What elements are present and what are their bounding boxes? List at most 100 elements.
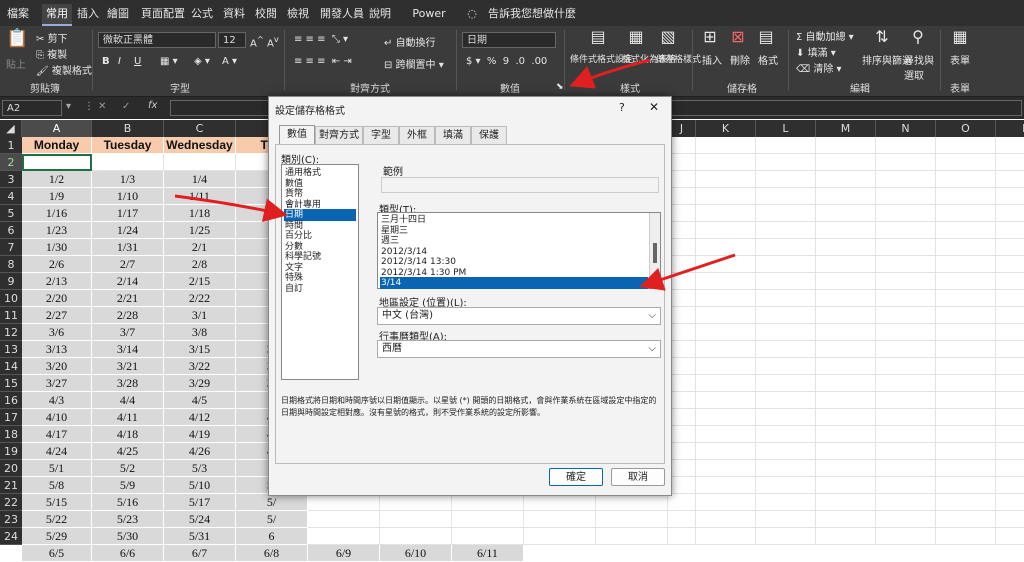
row-header-2[interactable]: 2 <box>0 154 22 171</box>
empty-cell[interactable] <box>936 256 996 273</box>
date-cell[interactable]: 4/4 <box>92 392 164 409</box>
tab-review[interactable]: 校閱 <box>254 4 278 24</box>
font-name-box[interactable]: 微軟正黑體 <box>98 32 216 48</box>
empty-cell[interactable] <box>668 443 696 460</box>
clear-button[interactable]: ⌫ 清除 ▾ <box>796 60 842 75</box>
copy-button[interactable]: ⎘ 複製 <box>36 46 67 61</box>
row-header-6[interactable]: 6 <box>0 222 22 239</box>
empty-cell[interactable] <box>696 409 756 426</box>
empty-cell[interactable] <box>876 205 936 222</box>
empty-cell[interactable] <box>936 528 996 545</box>
empty-cell[interactable] <box>668 188 696 205</box>
cancel-entry-icon[interactable]: ✕ <box>98 101 106 112</box>
tab-view[interactable]: 檢視 <box>286 4 310 24</box>
date-cell[interactable]: 2/6 <box>22 256 92 273</box>
empty-cell[interactable] <box>996 205 1024 222</box>
empty-cell[interactable] <box>876 341 936 358</box>
empty-cell[interactable] <box>756 341 816 358</box>
tab-insert[interactable]: 插入 <box>76 4 100 24</box>
date-cell[interactable]: 2/14 <box>92 273 164 290</box>
empty-cell[interactable] <box>936 341 996 358</box>
date-cell[interactable]: 3/27 <box>22 375 92 392</box>
date-cell[interactable]: 1/25 <box>164 222 236 239</box>
date-cell[interactable]: 5/2 <box>92 460 164 477</box>
empty-cell[interactable] <box>936 443 996 460</box>
empty-cell[interactable] <box>936 426 996 443</box>
tab-developer[interactable]: 開發人員 <box>318 4 366 24</box>
date-cell[interactable]: 1/17 <box>92 205 164 222</box>
date-cell[interactable]: 1/31 <box>92 239 164 256</box>
cell-styles-icon[interactable]: ▧ <box>658 29 678 45</box>
date-cell[interactable]: 2/27 <box>22 307 92 324</box>
date-cell[interactable]: 5/10 <box>164 477 236 494</box>
column-header-B[interactable]: B <box>92 120 164 137</box>
sort-filter-icon[interactable]: ⇅ <box>872 29 892 45</box>
empty-cell[interactable] <box>696 273 756 290</box>
empty-cell[interactable] <box>996 341 1024 358</box>
empty-cell[interactable] <box>668 256 696 273</box>
empty-cell[interactable] <box>816 443 876 460</box>
tab-data[interactable]: 資料 <box>222 4 246 24</box>
empty-cell[interactable] <box>996 256 1024 273</box>
empty-cell[interactable] <box>996 375 1024 392</box>
empty-cell[interactable] <box>876 154 936 171</box>
empty-cell[interactable] <box>524 511 596 528</box>
tab-number[interactable]: 數值 <box>279 125 315 145</box>
merge-center-button[interactable]: ⊟ 跨欄置中 ▾ <box>384 56 444 71</box>
empty-cell[interactable] <box>668 171 696 188</box>
empty-cell[interactable] <box>696 154 756 171</box>
date-cell[interactable]: 5/30 <box>92 528 164 545</box>
empty-cell[interactable] <box>876 460 936 477</box>
empty-cell[interactable] <box>996 528 1024 545</box>
date-cell[interactable]: 3/13 <box>22 341 92 358</box>
empty-cell[interactable] <box>696 426 756 443</box>
format-cells-icon[interactable]: ▤ <box>756 29 776 45</box>
locale-select[interactable]: 中文 (台灣) ⌵ <box>377 307 661 325</box>
autosum-button[interactable]: Σ 自動加總 ▾ <box>796 28 854 43</box>
empty-cell[interactable] <box>816 392 876 409</box>
empty-cell[interactable] <box>996 443 1024 460</box>
empty-cell[interactable] <box>816 528 876 545</box>
date-cell[interactable]: 3/1 <box>164 307 236 324</box>
date-cell[interactable]: 1/9 <box>22 188 92 205</box>
empty-cell[interactable] <box>696 375 756 392</box>
date-cell[interactable]: 3/28 <box>92 375 164 392</box>
empty-cell[interactable] <box>816 154 876 171</box>
empty-cell[interactable] <box>452 528 524 545</box>
empty-cell[interactable] <box>996 477 1024 494</box>
type-list[interactable]: 三月十四日 星期三 週三 2012/3/14 2012/3/14 13:30 2012/3… <box>377 212 661 289</box>
number-dialog-launcher-icon[interactable]: ⬊ <box>556 82 564 92</box>
empty-cell[interactable] <box>756 358 816 375</box>
empty-cell[interactable] <box>756 460 816 477</box>
empty-cell[interactable] <box>452 511 524 528</box>
empty-cell[interactable] <box>756 273 816 290</box>
empty-cell[interactable] <box>668 460 696 477</box>
cell-A2[interactable] <box>22 154 92 171</box>
date-cell[interactable]: 5/23 <box>92 511 164 528</box>
empty-cell[interactable] <box>756 511 816 528</box>
tab-home[interactable]: 常用 <box>42 4 72 26</box>
select-all-corner[interactable]: ◢ <box>0 120 22 137</box>
tab-draw[interactable]: 繪圖 <box>106 4 130 24</box>
empty-cell[interactable] <box>936 375 996 392</box>
empty-cell[interactable] <box>756 256 816 273</box>
empty-cell[interactable] <box>876 256 936 273</box>
empty-cell[interactable] <box>164 154 236 171</box>
empty-cell[interactable] <box>756 375 816 392</box>
conditional-format-icon[interactable]: ▤ <box>588 29 608 45</box>
close-button[interactable]: ✕ <box>649 100 659 114</box>
help-button[interactable]: ? <box>619 101 625 114</box>
empty-cell[interactable] <box>668 392 696 409</box>
empty-cell[interactable] <box>876 426 936 443</box>
empty-cell[interactable] <box>936 460 996 477</box>
empty-cell[interactable] <box>308 511 380 528</box>
format-painter-button[interactable]: 🖌 複製格式 <box>36 62 92 77</box>
date-cell[interactable]: 5/29 <box>22 528 92 545</box>
cell-styles-label[interactable]: 儲存格樣式 <box>656 52 701 65</box>
row-header-5[interactable]: 5 <box>0 205 22 222</box>
empty-cell[interactable] <box>816 222 876 239</box>
empty-cell[interactable] <box>756 171 816 188</box>
confirm-entry-icon[interactable]: ✓ <box>122 101 130 112</box>
empty-cell[interactable] <box>596 511 668 528</box>
fill-button[interactable]: ⬇ 填滿 ▾ <box>796 44 836 59</box>
